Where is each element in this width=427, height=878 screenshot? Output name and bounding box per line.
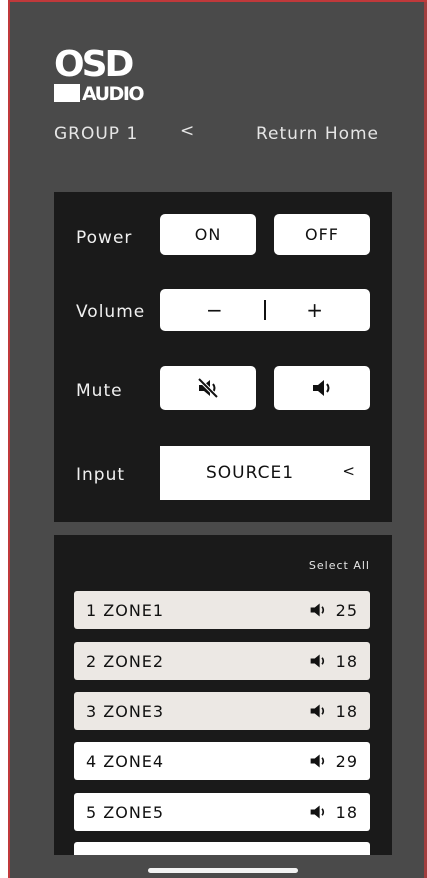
logo-osd-text: OSD bbox=[54, 44, 134, 85]
chevron-left-icon: < bbox=[342, 462, 356, 480]
speaker-icon bbox=[308, 702, 328, 720]
logo-audio-text: AUDIO bbox=[82, 83, 145, 105]
input-source-select[interactable]: SOURCE1 < bbox=[160, 446, 370, 500]
osd-audio-logo: OSD AUDIO bbox=[54, 44, 158, 105]
power-off-button[interactable]: OFF bbox=[274, 214, 370, 255]
zone-row[interactable]: 4 ZONE4 29 bbox=[74, 742, 370, 780]
volume-stepper: − + bbox=[160, 289, 370, 331]
zone-name: 3 ZONE3 bbox=[86, 701, 165, 721]
left-frame-edge bbox=[0, 0, 10, 878]
return-home-link[interactable]: Return Home bbox=[256, 124, 379, 144]
zone-name: 5 ZONE5 bbox=[86, 802, 165, 822]
group-back-chevron-icon[interactable]: < bbox=[180, 121, 194, 141]
speaker-icon bbox=[308, 803, 328, 821]
unmute-button[interactable] bbox=[274, 366, 370, 410]
zone-volume: 29 bbox=[335, 751, 358, 771]
zone-volume: 25 bbox=[335, 600, 358, 620]
zone-name: 4 ZONE4 bbox=[86, 751, 165, 771]
power-on-button[interactable]: ON bbox=[160, 214, 256, 255]
speaker-icon bbox=[308, 752, 328, 770]
home-indicator[interactable] bbox=[148, 868, 298, 873]
speaker-muted-icon bbox=[196, 377, 220, 399]
zone-volume: 18 bbox=[335, 651, 358, 671]
volume-divider bbox=[264, 300, 266, 320]
zone-row[interactable]: 5 ZONE5 18 bbox=[74, 793, 370, 831]
zone-row[interactable]: 1 ZONE1 25 bbox=[74, 591, 370, 629]
volume-up-button[interactable]: + bbox=[306, 298, 324, 322]
mute-button[interactable] bbox=[160, 366, 256, 410]
power-label: Power bbox=[76, 228, 133, 248]
mute-label: Mute bbox=[76, 381, 123, 401]
volume-label: Volume bbox=[76, 302, 146, 322]
zone-volume: 18 bbox=[335, 701, 358, 721]
speaker-icon bbox=[310, 377, 334, 399]
zone-row[interactable]: 2 ZONE2 18 bbox=[74, 642, 370, 680]
zone-name: 1 ZONE1 bbox=[86, 600, 165, 620]
zone-name: 2 ZONE2 bbox=[86, 651, 165, 671]
speaker-icon bbox=[308, 601, 328, 619]
group-label: GROUP 1 bbox=[54, 124, 139, 144]
logo-bar bbox=[54, 84, 80, 102]
input-source-value: SOURCE1 bbox=[206, 463, 295, 483]
zone-row[interactable]: 3 ZONE3 18 bbox=[74, 692, 370, 730]
input-label: Input bbox=[76, 465, 126, 485]
top-frame-edge bbox=[10, 0, 427, 2]
zones-panel: Select All 1 ZONE1 25 2 ZONE2 18 3 ZONE3… bbox=[54, 535, 392, 855]
volume-down-button[interactable]: − bbox=[206, 298, 224, 322]
zone-row-partial[interactable] bbox=[74, 842, 370, 855]
group-control-panel: Power ON OFF Volume − + Mute Input SOURC… bbox=[54, 192, 392, 522]
select-all-link[interactable]: Select All bbox=[309, 559, 370, 572]
speaker-icon bbox=[308, 652, 328, 670]
zone-volume: 18 bbox=[335, 802, 358, 822]
